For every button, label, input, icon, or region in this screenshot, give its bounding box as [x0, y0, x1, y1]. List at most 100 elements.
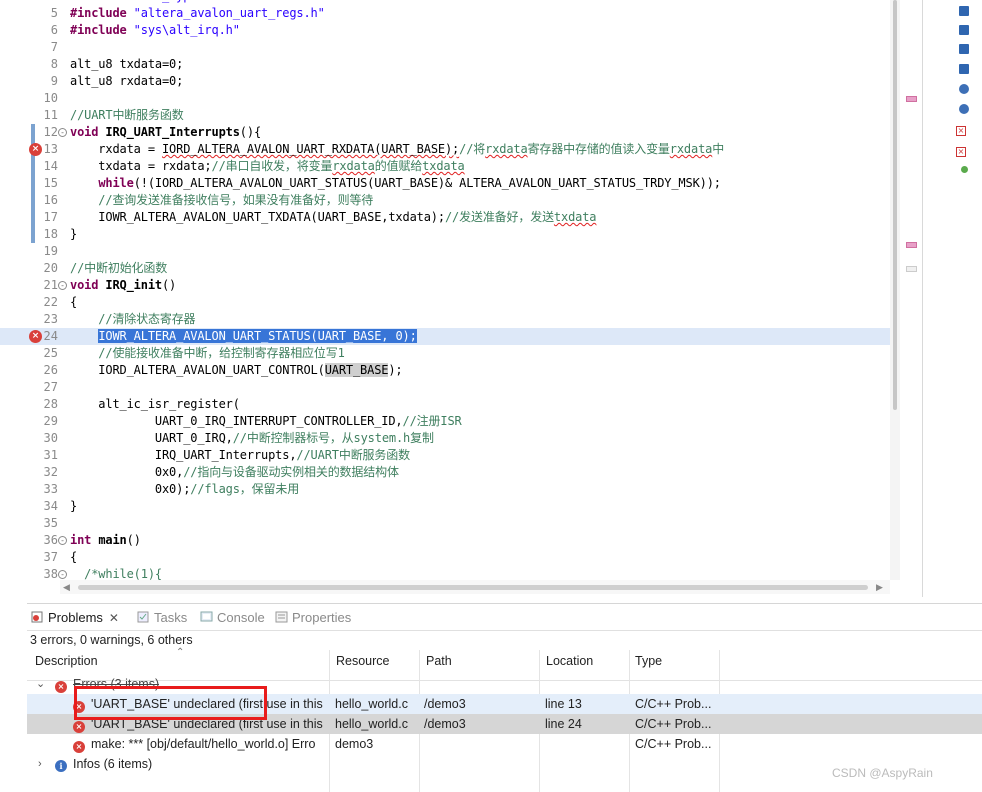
code-text[interactable]: //使能接收准备中断，给控制寄存器相应位写1	[70, 345, 345, 362]
error-marker-icon[interactable]: ×	[29, 143, 42, 156]
line-number: 34	[43, 499, 58, 513]
code-text[interactable]: //查询发送准备接收信号，如果没有准备好，则等待	[70, 192, 373, 209]
expand-icon[interactable]: ›	[38, 754, 42, 774]
include-icon[interactable]	[959, 64, 969, 74]
fold-toggle-icon[interactable]: -	[58, 536, 67, 545]
sort-indicator-icon: ⌃	[176, 647, 185, 658]
problem-resource: hello_world.c	[335, 697, 408, 711]
code-token: IORD_ALTERA_AVALON_UART_RXDATA(UART_BASE…	[161, 142, 460, 156]
scroll-right-arrow-icon[interactable]: ▶	[876, 582, 883, 593]
code-text[interactable]: alt_ic_isr_register(	[70, 396, 240, 413]
editor-vertical-scroll-thumb[interactable]	[893, 0, 897, 410]
code-text[interactable]: IORD_ALTERA_AVALON_UART_CONTROL(UART_BAS…	[70, 362, 403, 379]
code-token: rxdata	[332, 159, 375, 173]
variable-icon[interactable]	[959, 84, 969, 94]
code-text[interactable]: txdata = rxdata;//串口自收发，将变量rxdata的值赋给txd…	[70, 158, 464, 175]
error-marker-icon[interactable]: ×	[29, 330, 42, 343]
editor-horizontal-scroll-thumb[interactable]	[78, 585, 868, 590]
function-icon[interactable]	[961, 166, 968, 173]
code-token: (!(IORD_ALTERA_AVALON_UART_STATUS(UART_B…	[133, 176, 721, 190]
code-editor[interactable]: #include "alt_types.h" 5 #include "altera_…	[0, 0, 900, 597]
code-text[interactable]: {	[70, 549, 77, 566]
code-text[interactable]: }	[70, 226, 77, 243]
code-token: alt_u8 rxdata=0;	[70, 74, 184, 88]
error-icon: ×	[55, 674, 67, 694]
line-number: 17	[43, 210, 58, 224]
code-text[interactable]: void IRQ_init()	[70, 277, 176, 294]
include-icon[interactable]	[959, 25, 969, 35]
overview-occurrence-marker[interactable]	[906, 266, 917, 272]
line-number: 19	[43, 244, 58, 258]
fold-toggle-icon[interactable]: -	[58, 281, 67, 290]
code-token: );	[388, 363, 403, 377]
scroll-left-arrow-icon[interactable]: ◀	[63, 582, 70, 593]
code-text[interactable]: IOWR_ALTERA_AVALON_UART_STATUS(UART_BASE…	[70, 328, 417, 345]
overview-error-marker[interactable]	[906, 242, 917, 248]
line-number: 33	[43, 482, 58, 496]
info-icon: i	[55, 754, 67, 774]
change-marker	[31, 175, 35, 192]
function-error-icon[interactable]: ×	[956, 147, 966, 157]
tab-tasks[interactable]: Tasks	[137, 609, 187, 627]
console-icon	[200, 611, 213, 622]
code-text[interactable]: while(!(IORD_ALTERA_AVALON_UART_STATUS(U…	[70, 175, 721, 192]
close-icon[interactable]: ✕	[109, 611, 119, 625]
code-token: 寄存器中存储的值读入变量	[527, 142, 670, 156]
include-icon[interactable]	[959, 6, 969, 16]
function-error-icon[interactable]: ×	[956, 126, 966, 136]
line-number: 18	[43, 227, 58, 241]
code-token: IRQ_init	[105, 278, 162, 292]
code-text[interactable]: void IRQ_UART_Interrupts(){	[70, 124, 261, 141]
problem-type: C/C++ Prob...	[635, 717, 712, 731]
change-marker	[31, 124, 35, 141]
code-token: //发送准备好，发送	[444, 210, 554, 224]
fold-toggle-icon[interactable]: -	[58, 128, 67, 137]
line-number: 38	[43, 567, 58, 581]
tab-problems[interactable]: Problems ✕	[31, 609, 119, 627]
line-number: 26	[43, 363, 58, 377]
code-text[interactable]: rxdata = IORD_ALTERA_AVALON_UART_RXDATA(…	[70, 141, 724, 158]
infos-group-label: Infos (6 items)	[73, 757, 153, 771]
column-location[interactable]: Location	[546, 654, 593, 668]
code-token: while	[98, 176, 134, 190]
line-number: 21	[43, 278, 58, 292]
column-path[interactable]: Path	[426, 654, 452, 668]
code-text[interactable]: UART_0_IRQ_INTERRUPT_CONTROLLER_ID,//注册I…	[70, 413, 462, 430]
code-text[interactable]: IOWR_ALTERA_AVALON_UART_TXDATA(UART_BASE…	[70, 209, 596, 226]
code-token: //UART中断服务函数	[296, 448, 410, 462]
code-text[interactable]: //UART中断服务函数	[70, 107, 184, 124]
code-text[interactable]: #include "altera_avalon_uart_regs.h"	[70, 5, 325, 22]
column-type[interactable]: Type	[635, 654, 662, 668]
include-icon[interactable]	[959, 44, 969, 54]
code-text[interactable]: {	[70, 294, 77, 311]
view-tab-bar: Problems ✕ Tasks Console Properties	[27, 604, 982, 631]
code-text[interactable]: IRQ_UART_Interrupts,//UART中断服务函数	[70, 447, 410, 464]
code-text[interactable]: #include "sys\alt_irq.h"	[70, 22, 240, 39]
code-text[interactable]: alt_u8 rxdata=0;	[70, 73, 183, 90]
column-resource[interactable]: Resource	[336, 654, 390, 668]
line-number: 12	[43, 125, 58, 139]
code-token: }	[70, 499, 78, 513]
table-row[interactable]: × make: *** [obj/default/hello_world.o] …	[27, 734, 982, 754]
code-token: "alt_types.h"	[134, 0, 226, 3]
overview-error-marker[interactable]	[906, 96, 917, 102]
code-text[interactable]: }	[70, 498, 77, 515]
problems-icon	[31, 611, 43, 623]
variable-icon[interactable]	[959, 104, 969, 114]
tasks-icon	[137, 611, 149, 623]
column-description[interactable]: Description	[35, 654, 98, 668]
collapse-icon[interactable]: ⌄	[36, 674, 45, 694]
code-text[interactable]: UART_0_IRQ,//中断控制器标号，从system.h复制	[70, 430, 434, 447]
code-text[interactable]: int main()	[70, 532, 141, 549]
tab-properties[interactable]: Properties	[275, 609, 351, 627]
code-text[interactable]: //中断初始化函数	[70, 260, 167, 277]
tab-console[interactable]: Console	[200, 609, 265, 627]
line-number: 35	[43, 516, 58, 530]
code-text[interactable]: 0x0);//flags，保留未用	[70, 481, 299, 498]
fold-toggle-icon[interactable]: -	[58, 570, 67, 579]
code-text[interactable]: //清除状态寄存器	[70, 311, 195, 328]
line-number: 28	[43, 397, 58, 411]
code-text[interactable]: 0x0,//指向与设备驱动实例相关的数据结构体	[70, 464, 399, 481]
code-token: //清除状态寄存器	[70, 312, 196, 326]
code-text[interactable]: alt_u8 txdata=0;	[70, 56, 183, 73]
